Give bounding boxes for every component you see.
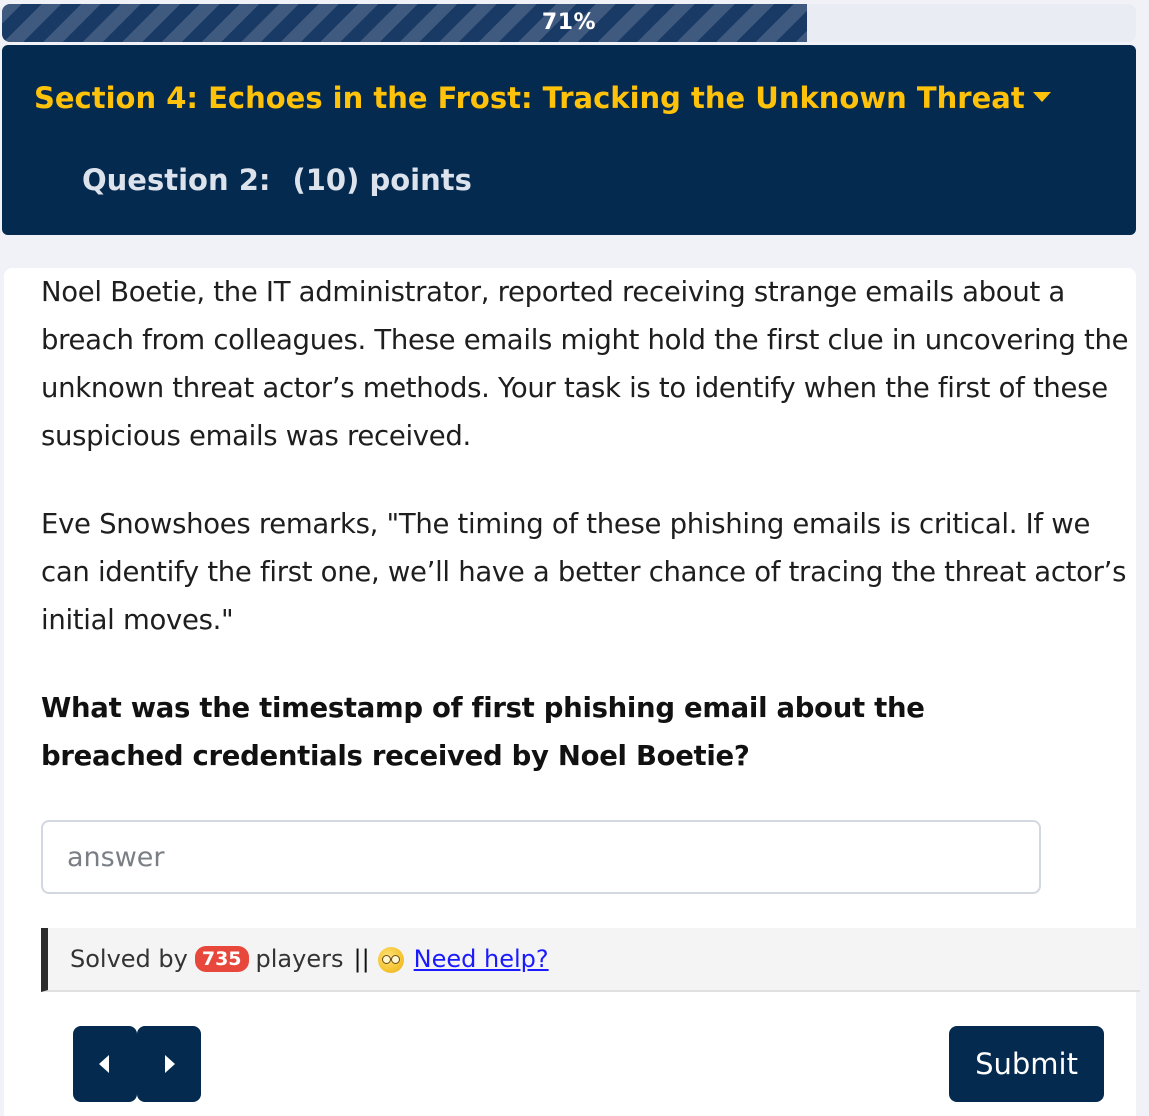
next-question-button[interactable] <box>137 1026 201 1102</box>
answer-input[interactable] <box>41 820 1041 894</box>
section-title: Section 4: Echoes in the Frost: Tracking… <box>34 81 1025 115</box>
solved-count-badge: 735 <box>194 946 249 972</box>
need-help-link[interactable]: Need help? <box>377 945 549 973</box>
submit-button[interactable]: Submit <box>949 1026 1104 1102</box>
progress-percentage: 71% <box>541 10 597 35</box>
triangle-right-icon <box>165 1055 175 1073</box>
question-header: Section 4: Echoes in the Frost: Tracking… <box>2 45 1136 235</box>
help-bar: Solved by 735 players || Need help? <box>41 928 1140 992</box>
solved-by-label: Solved by <box>70 945 188 973</box>
progress-bar: 71% <box>2 4 1136 42</box>
triangle-left-icon <box>99 1055 109 1073</box>
question-points: (10) points <box>292 163 472 197</box>
scenario-paragraph: Noel Boetie, the IT administrator, repor… <box>41 276 1129 452</box>
separator: || <box>353 945 370 973</box>
players-label: players <box>255 945 344 973</box>
question-title: Question 2: (10) points <box>82 163 472 197</box>
need-help-label: Need help? <box>413 945 549 973</box>
woozy-face-icon <box>377 947 404 973</box>
caret-down-icon <box>1032 92 1051 102</box>
question-number: Question 2: <box>82 163 271 197</box>
quote-paragraph: Eve Snowshoes remarks, "The timing of th… <box>41 508 1127 636</box>
question-prompt: What was the timestamp of first phishing… <box>41 692 925 772</box>
section-dropdown-toggle[interactable]: Section 4: Echoes in the Frost: Tracking… <box>34 81 1051 115</box>
previous-question-button[interactable] <box>73 1026 137 1102</box>
question-card: Noel Boetie, the IT administrator, repor… <box>4 268 1140 1116</box>
